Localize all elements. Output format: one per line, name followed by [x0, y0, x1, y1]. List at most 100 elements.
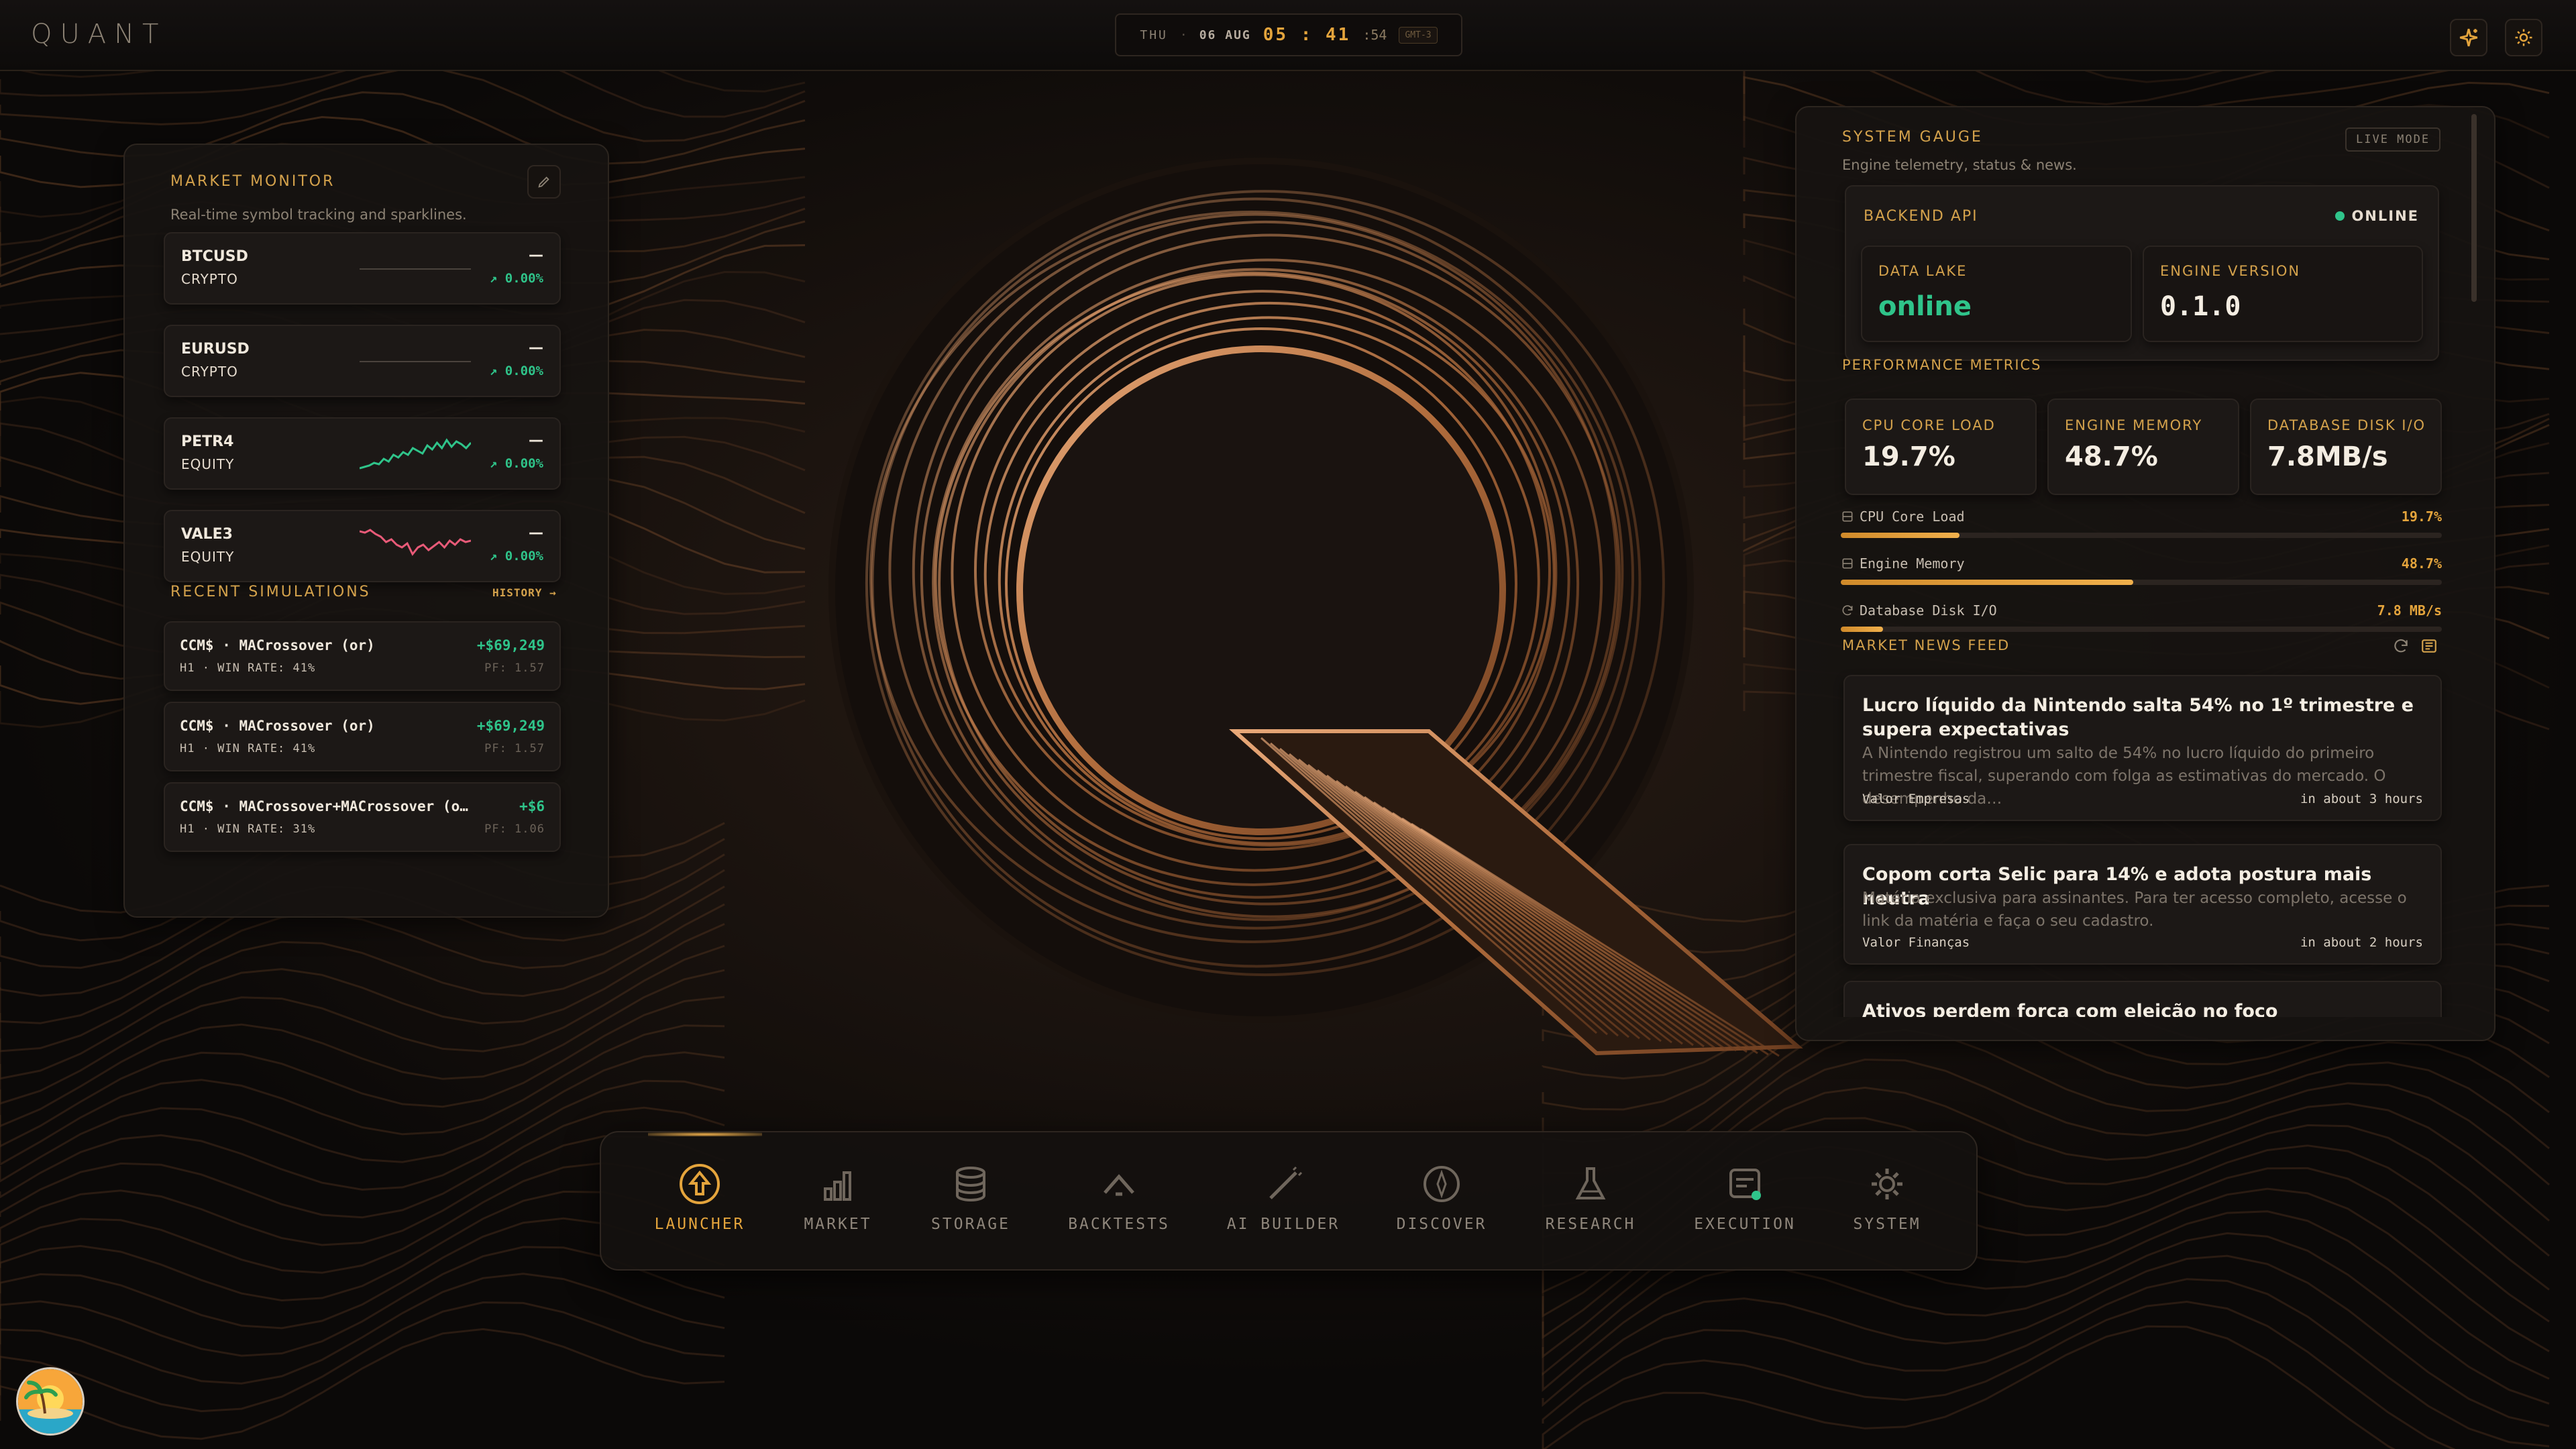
symbol-change: ↗ 0.00% [489, 271, 543, 286]
metric-card: CPU CORE LOAD 19.7% [1845, 398, 2037, 495]
brand-logo: QUANT [31, 19, 167, 50]
simulation-item[interactable]: CCM$ · MACrossover+MACrossover (o… +$6 H1 … [164, 782, 561, 852]
symbol-type: CRYPTO [181, 271, 238, 287]
watchlist-item[interactable]: PETR4 EQUITY — ↗ 0.00% [164, 417, 561, 490]
metric-value: 7.8MB/s [2267, 441, 2388, 472]
symbol-price: — [529, 247, 543, 264]
watchlist-item[interactable]: VALE3 EQUITY — ↗ 0.00% [164, 510, 561, 582]
clock-date: 06 AUG [1199, 28, 1251, 42]
symbol-price: — [529, 339, 543, 356]
news-source: Valor Empresas [1862, 792, 1970, 806]
backend-status: ONLINE [2335, 208, 2419, 224]
app-dock: LAUNCHER MARKET STORAGE BACKTESTS AI BUILDER… [600, 1131, 1978, 1271]
dock-item-launcher[interactable]: LAUNCHER [629, 1132, 770, 1269]
dock-item-label: EXECUTION [1694, 1216, 1796, 1233]
island-avatar-icon [18, 1369, 83, 1434]
dock-item-label: LAUNCHER [654, 1216, 745, 1233]
simulation-item[interactable]: CCM$ · MACrossover (or) +$69,249 H1 · WIN … [164, 621, 561, 691]
dock-item-market[interactable]: MARKET [767, 1132, 908, 1269]
execution-icon [1729, 1169, 1761, 1200]
symbol-change: ↗ 0.00% [489, 549, 543, 564]
market-monitor-title: MARKET MONITOR [170, 173, 335, 190]
dock-item-label: RESEARCH [1545, 1216, 1636, 1233]
dock-item-label: STORAGE [931, 1216, 1010, 1233]
bar-label: CPU Core Load [1841, 508, 1965, 525]
performance-bar: CPU Core Load 19.7% [1841, 508, 2442, 549]
simulation-pnl: +$69,249 [476, 718, 545, 734]
dock-item-label: DISCOVER [1396, 1216, 1487, 1233]
metric-value: 19.7% [1862, 441, 1955, 472]
symbol-change: ↗ 0.00% [489, 456, 543, 471]
clock-day: THU [1140, 28, 1168, 42]
theme-toggle-button[interactable] [2505, 19, 2542, 56]
metric-label: ENGINE MEMORY [2065, 417, 2203, 433]
history-link[interactable]: HISTORY → [492, 586, 557, 599]
symbol-name: PETR4 [181, 433, 234, 450]
simulation-item[interactable]: CCM$ · MACrossover (or) +$69,249 H1 · WIN … [164, 702, 561, 771]
flask-icon [1575, 1167, 1606, 1199]
symbol-change: ↗ 0.00% [489, 364, 543, 378]
watchlist-item[interactable]: EURUSD CRYPTO — ↗ 0.00% [164, 325, 561, 397]
dock-item-discover[interactable]: DISCOVER [1371, 1132, 1512, 1269]
dock-item-backtests[interactable]: BACKTESTS [1049, 1132, 1189, 1269]
sun-icon [2515, 29, 2532, 46]
sparkle-icon [2459, 28, 2478, 47]
watchlist-item[interactable]: BTCUSD CRYPTO — ↗ 0.00% [164, 232, 561, 305]
news-item[interactable]: Copom corta Selic para 14% e adota postu… [1843, 844, 2442, 965]
bar-value: 48.7% [2401, 555, 2442, 572]
symbol-name: VALE3 [181, 526, 233, 543]
sparkle-button[interactable] [2450, 19, 2487, 56]
dock-item-ai-builder[interactable]: AI BUILDER [1213, 1132, 1354, 1269]
system-gauge-subtitle: Engine telemetry, status & news. [1842, 157, 2077, 173]
performance-bar: Database Disk I/O 7.8 MB/s [1841, 602, 2442, 643]
top-bar: QUANT THU · 06 AUG 05 : 41 :54 GMT-3 [0, 0, 2576, 71]
bar-fill [1841, 627, 1883, 632]
gear-icon [1872, 1169, 1902, 1199]
simulation-meta: H1 · WIN RATE: 41% [180, 742, 316, 755]
backtest-icon [1104, 1174, 1134, 1196]
bar-fill [1841, 580, 2134, 585]
dock-item-label: SYSTEM [1853, 1216, 1921, 1233]
news-title: Ativos perdem força com eleição no foco [1862, 1001, 2278, 1017]
symbol-price: — [529, 432, 543, 449]
dock-item-storage[interactable]: STORAGE [900, 1132, 1041, 1269]
bar-fill [1841, 533, 1960, 538]
bar-track [1841, 533, 2442, 538]
clock-seconds: :54 [1362, 27, 1387, 43]
simulation-pnl: +$6 [519, 798, 545, 814]
backend-api-card: BACKEND API ONLINE DATA LAKE online ENGI… [1845, 185, 2439, 361]
metric-label: DATABASE DISK I/O [2267, 417, 2426, 433]
dock-item-label: AI BUILDER [1226, 1216, 1340, 1233]
engine-version-value: 0.1.0 [2160, 291, 2241, 322]
dock-item-execution[interactable]: EXECUTION [1674, 1132, 1815, 1269]
data-lake-value: online [1878, 291, 1972, 322]
symbol-type: EQUITY [181, 456, 235, 472]
simulation-meta: H1 · WIN RATE: 31% [180, 822, 316, 836]
news-time: in about 2 hours [2300, 935, 2423, 950]
metric-card: DATABASE DISK I/O 7.8MB/s [2250, 398, 2442, 495]
metric-card: ENGINE MEMORY 48.7% [2047, 398, 2239, 495]
server-icon [1842, 558, 1853, 569]
news-source: Valor Finanças [1862, 935, 1970, 950]
live-mode-badge[interactable]: LIVE MODE [2345, 127, 2441, 152]
bar-track [1841, 627, 2442, 632]
simulation-profit-factor: PF: 1.06 [484, 822, 545, 836]
database-icon [956, 1167, 985, 1202]
engine-version-card: ENGINE VERSION 0.1.0 [2143, 246, 2423, 342]
dock-item-system[interactable]: SYSTEM [1817, 1132, 1957, 1269]
simulation-profit-factor: PF: 1.57 [484, 661, 545, 675]
edit-watchlist-button[interactable] [527, 165, 561, 199]
dock-item-research[interactable]: RESEARCH [1520, 1132, 1661, 1269]
news-item[interactable]: Ativos perdem força com eleição no foco [1843, 981, 2442, 1017]
bar-label: Database Disk I/O [1841, 602, 1997, 619]
sync-icon [1842, 605, 1853, 616]
bar-value: 19.7% [2401, 508, 2442, 525]
simulation-title: CCM$ · MACrossover (or) [180, 718, 375, 734]
server-icon [1842, 511, 1853, 522]
panel-scrollbar[interactable] [2471, 114, 2477, 302]
sparkline [360, 438, 471, 470]
sparkline [360, 268, 471, 270]
symbol-type: CRYPTO [181, 364, 238, 380]
news-item[interactable]: Lucro líquido da Nintendo salta 54% no 1… [1843, 675, 2442, 821]
user-avatar[interactable] [16, 1367, 85, 1436]
